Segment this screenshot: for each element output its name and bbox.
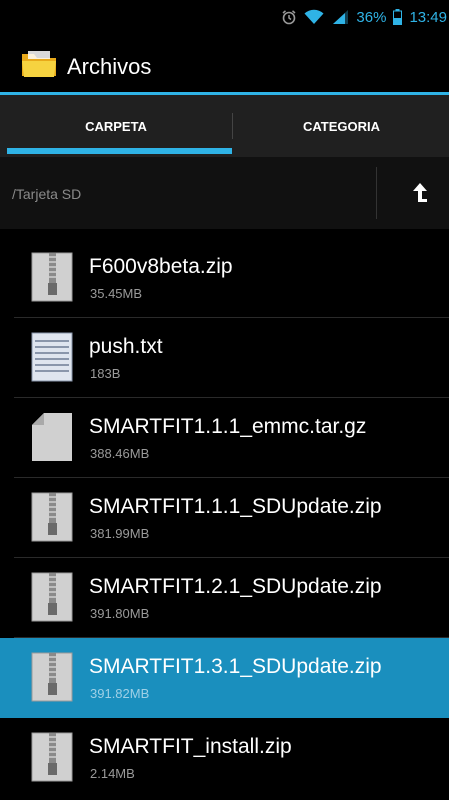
zip-file-icon [30, 492, 76, 542]
file-row[interactable]: SMARTFIT1.3.1_SDUpdate.zip 391.82MB [0, 638, 449, 718]
clock: 13:49 [409, 8, 447, 26]
app-title: Archivos [67, 54, 152, 79]
file-size: 391.80MB [90, 606, 150, 621]
file-name: F600v8beta.zip [89, 255, 233, 278]
file-name: SMARTFIT_install.zip [89, 735, 292, 758]
folder-icon[interactable] [20, 50, 58, 78]
zip-file-icon [30, 652, 76, 702]
action-bar: Archivos [0, 34, 449, 92]
battery-percent: 36% [356, 8, 387, 26]
file-size: 183B [90, 366, 121, 381]
zip-file-icon [30, 572, 76, 622]
tab-divider [232, 113, 233, 139]
file-name: SMARTFIT1.3.1_SDUpdate.zip [89, 655, 382, 678]
wifi-icon [304, 9, 324, 25]
status-bar: 36% 13:49 [0, 0, 449, 34]
file-row[interactable]: SMARTFIT1.1.1_emmc.tar.gz 388.46MB [0, 398, 449, 478]
file-row[interactable]: SMARTFIT1.2.1_SDUpdate.zip 391.80MB [0, 558, 449, 638]
file-size: 388.46MB [90, 446, 150, 461]
tab-categoria[interactable]: CATEGORIA [234, 95, 449, 157]
status-icons: 36% 13:49 [281, 7, 447, 27]
file-name: SMARTFIT1.1.1_SDUpdate.zip [89, 495, 382, 518]
navigate-up-button[interactable] [394, 173, 444, 213]
file-name: push.txt [89, 335, 163, 358]
battery-icon [393, 9, 403, 25]
zip-file-icon [30, 732, 76, 782]
file-row[interactable]: SMARTFIT_install.zip 2.14MB [0, 718, 449, 798]
text-file-icon [30, 332, 76, 382]
file-row[interactable]: SMARTFIT1.1.1_SDUpdate.zip 381.99MB [0, 478, 449, 558]
current-path: /Tarjeta SD [12, 186, 82, 202]
file-size: 391.82MB [90, 686, 150, 701]
generic-file-icon [30, 412, 76, 462]
file-size: 35.45MB [90, 286, 143, 301]
file-size: 2.14MB [90, 766, 135, 781]
file-size: 381.99MB [90, 526, 150, 541]
file-row[interactable]: F600v8beta.zip 35.45MB [0, 238, 449, 318]
path-divider [376, 167, 377, 219]
file-name: SMARTFIT1.1.1_emmc.tar.gz [89, 415, 367, 438]
file-row[interactable]: push.txt 183B [0, 318, 449, 398]
zip-file-icon [30, 252, 76, 302]
alarm-icon [281, 9, 297, 25]
path-bar: /Tarjeta SD [0, 157, 449, 229]
signal-icon [331, 9, 349, 25]
file-name: SMARTFIT1.2.1_SDUpdate.zip [89, 575, 382, 598]
tab-indicator [7, 148, 232, 154]
